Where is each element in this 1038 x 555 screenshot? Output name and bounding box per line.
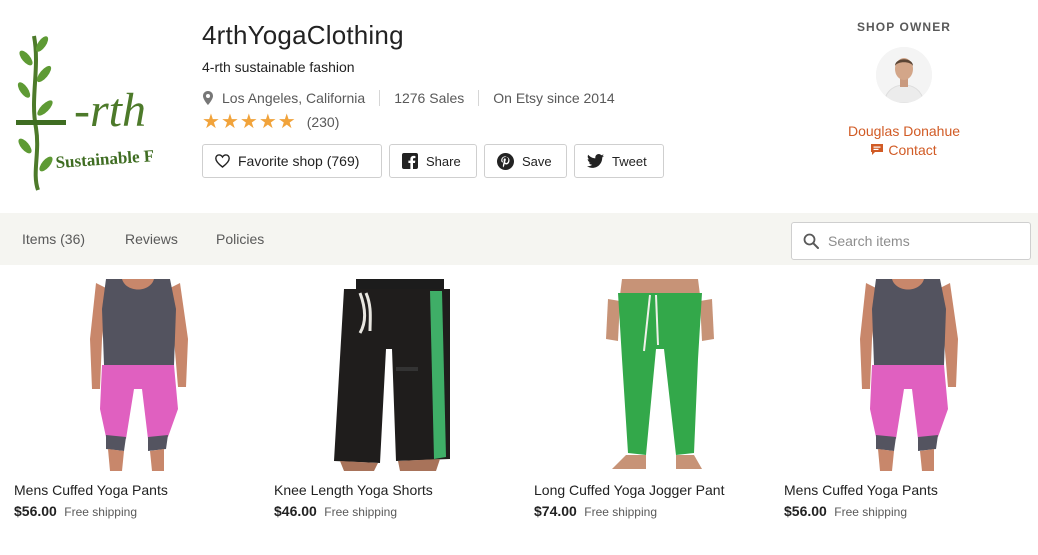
heart-icon bbox=[215, 154, 230, 168]
shop-actions: Favorite shop (769) Share Save Tweet bbox=[202, 144, 762, 178]
shop-sales: 1276 Sales bbox=[394, 90, 465, 106]
star-icon: ★ bbox=[202, 111, 220, 133]
favorite-shop-button[interactable]: Favorite shop (769) bbox=[202, 144, 382, 178]
shop-meta: Los Angeles, California 1276 Sales On Et… bbox=[202, 88, 762, 108]
listing-shipping: Free shipping bbox=[584, 505, 657, 519]
listing-card[interactable]: Mens Cuffed Yoga Pants $56.00 Free shipp… bbox=[14, 279, 254, 520]
save-label: Save bbox=[522, 153, 552, 169]
divider bbox=[478, 90, 480, 106]
tab-items[interactable]: Items (36) bbox=[22, 230, 85, 248]
star-rating: ★ ★ ★ ★ ★ bbox=[202, 112, 297, 132]
listing-card[interactable]: Mens Cuffed Yoga Pants $56.00 Free shipp… bbox=[784, 279, 1024, 520]
logo-text: -rth bbox=[74, 84, 146, 137]
contact-link[interactable]: Contact bbox=[820, 141, 988, 159]
shop-location: Los Angeles, California bbox=[222, 90, 366, 106]
listing-title[interactable]: Mens Cuffed Yoga Pants bbox=[14, 481, 254, 499]
listing-price: $56.00 bbox=[14, 503, 57, 519]
listing-image-green-jogger-pants[interactable] bbox=[534, 279, 774, 471]
message-icon bbox=[871, 144, 884, 156]
shop-since: On Etsy since 2014 bbox=[493, 90, 615, 106]
logo-subtext: Sustainable F bbox=[55, 146, 155, 172]
search-input[interactable] bbox=[828, 233, 1008, 249]
shop-rating[interactable]: ★ ★ ★ ★ ★ (230) bbox=[202, 112, 762, 132]
location-pin-icon bbox=[202, 91, 214, 105]
listing-shipping: Free shipping bbox=[834, 505, 907, 519]
listing-image-black-green-shorts[interactable] bbox=[274, 279, 514, 471]
tweet-button[interactable]: Tweet bbox=[574, 144, 664, 178]
listing-price: $74.00 bbox=[534, 503, 577, 519]
search-icon bbox=[803, 233, 819, 249]
twitter-icon bbox=[587, 154, 604, 168]
listing-price-row: $56.00 Free shipping bbox=[784, 502, 1024, 520]
shop-nav: Items (36) Reviews Policies bbox=[0, 213, 1038, 265]
listing-shipping: Free shipping bbox=[324, 505, 397, 519]
listing-image-pink-cuffed-pants[interactable] bbox=[14, 279, 254, 471]
owner-name-link[interactable]: Douglas Donahue bbox=[820, 122, 988, 140]
shop-tagline: 4-rth sustainable fashion bbox=[202, 59, 355, 75]
listing-price-row: $56.00 Free shipping bbox=[14, 502, 254, 520]
star-icon: ★ bbox=[239, 111, 258, 133]
shop-owner-label: SHOP OWNER bbox=[856, 20, 952, 34]
contact-label: Contact bbox=[888, 142, 937, 158]
star-icon: ★ bbox=[258, 111, 277, 133]
listing-card[interactable]: Long Cuffed Yoga Jogger Pant $74.00 Free… bbox=[534, 279, 774, 520]
star-icon: ★ bbox=[277, 111, 296, 133]
favorite-shop-label: Favorite shop (769) bbox=[238, 153, 360, 169]
listing-title[interactable]: Knee Length Yoga Shorts bbox=[274, 481, 514, 499]
listing-price-row: $74.00 Free shipping bbox=[534, 502, 774, 520]
tab-reviews[interactable]: Reviews bbox=[125, 230, 178, 248]
star-icon: ★ bbox=[220, 111, 239, 133]
listing-image-pink-cuffed-pants[interactable] bbox=[784, 279, 1024, 471]
listing-title[interactable]: Mens Cuffed Yoga Pants bbox=[784, 481, 1024, 499]
facebook-icon bbox=[402, 153, 418, 169]
shop-logo[interactable]: -rth Sustainable F bbox=[12, 28, 188, 193]
listing-card[interactable]: Knee Length Yoga Shorts $46.00 Free ship… bbox=[274, 279, 514, 520]
listing-price-row: $46.00 Free shipping bbox=[274, 502, 514, 520]
tab-policies[interactable]: Policies bbox=[216, 230, 264, 248]
shop-info: 4rthYogaClothing 4-rth sustainable fashi… bbox=[202, 18, 762, 178]
shop-name: 4rthYogaClothing bbox=[202, 20, 404, 50]
listing-title[interactable]: Long Cuffed Yoga Jogger Pant bbox=[534, 481, 774, 499]
review-count[interactable]: (230) bbox=[307, 114, 340, 130]
avatar[interactable] bbox=[876, 47, 932, 103]
pinterest-icon bbox=[497, 152, 514, 170]
divider bbox=[379, 90, 381, 106]
save-button[interactable]: Save bbox=[484, 144, 567, 178]
listing-price: $56.00 bbox=[784, 503, 827, 519]
share-label: Share bbox=[426, 153, 461, 169]
listing-price: $46.00 bbox=[274, 503, 317, 519]
tweet-label: Tweet bbox=[612, 153, 647, 169]
shop-owner: SHOP OWNER Douglas Donahue Contact bbox=[820, 18, 988, 159]
share-button[interactable]: Share bbox=[389, 144, 477, 178]
search-box[interactable] bbox=[791, 222, 1031, 260]
listing-shipping: Free shipping bbox=[64, 505, 137, 519]
